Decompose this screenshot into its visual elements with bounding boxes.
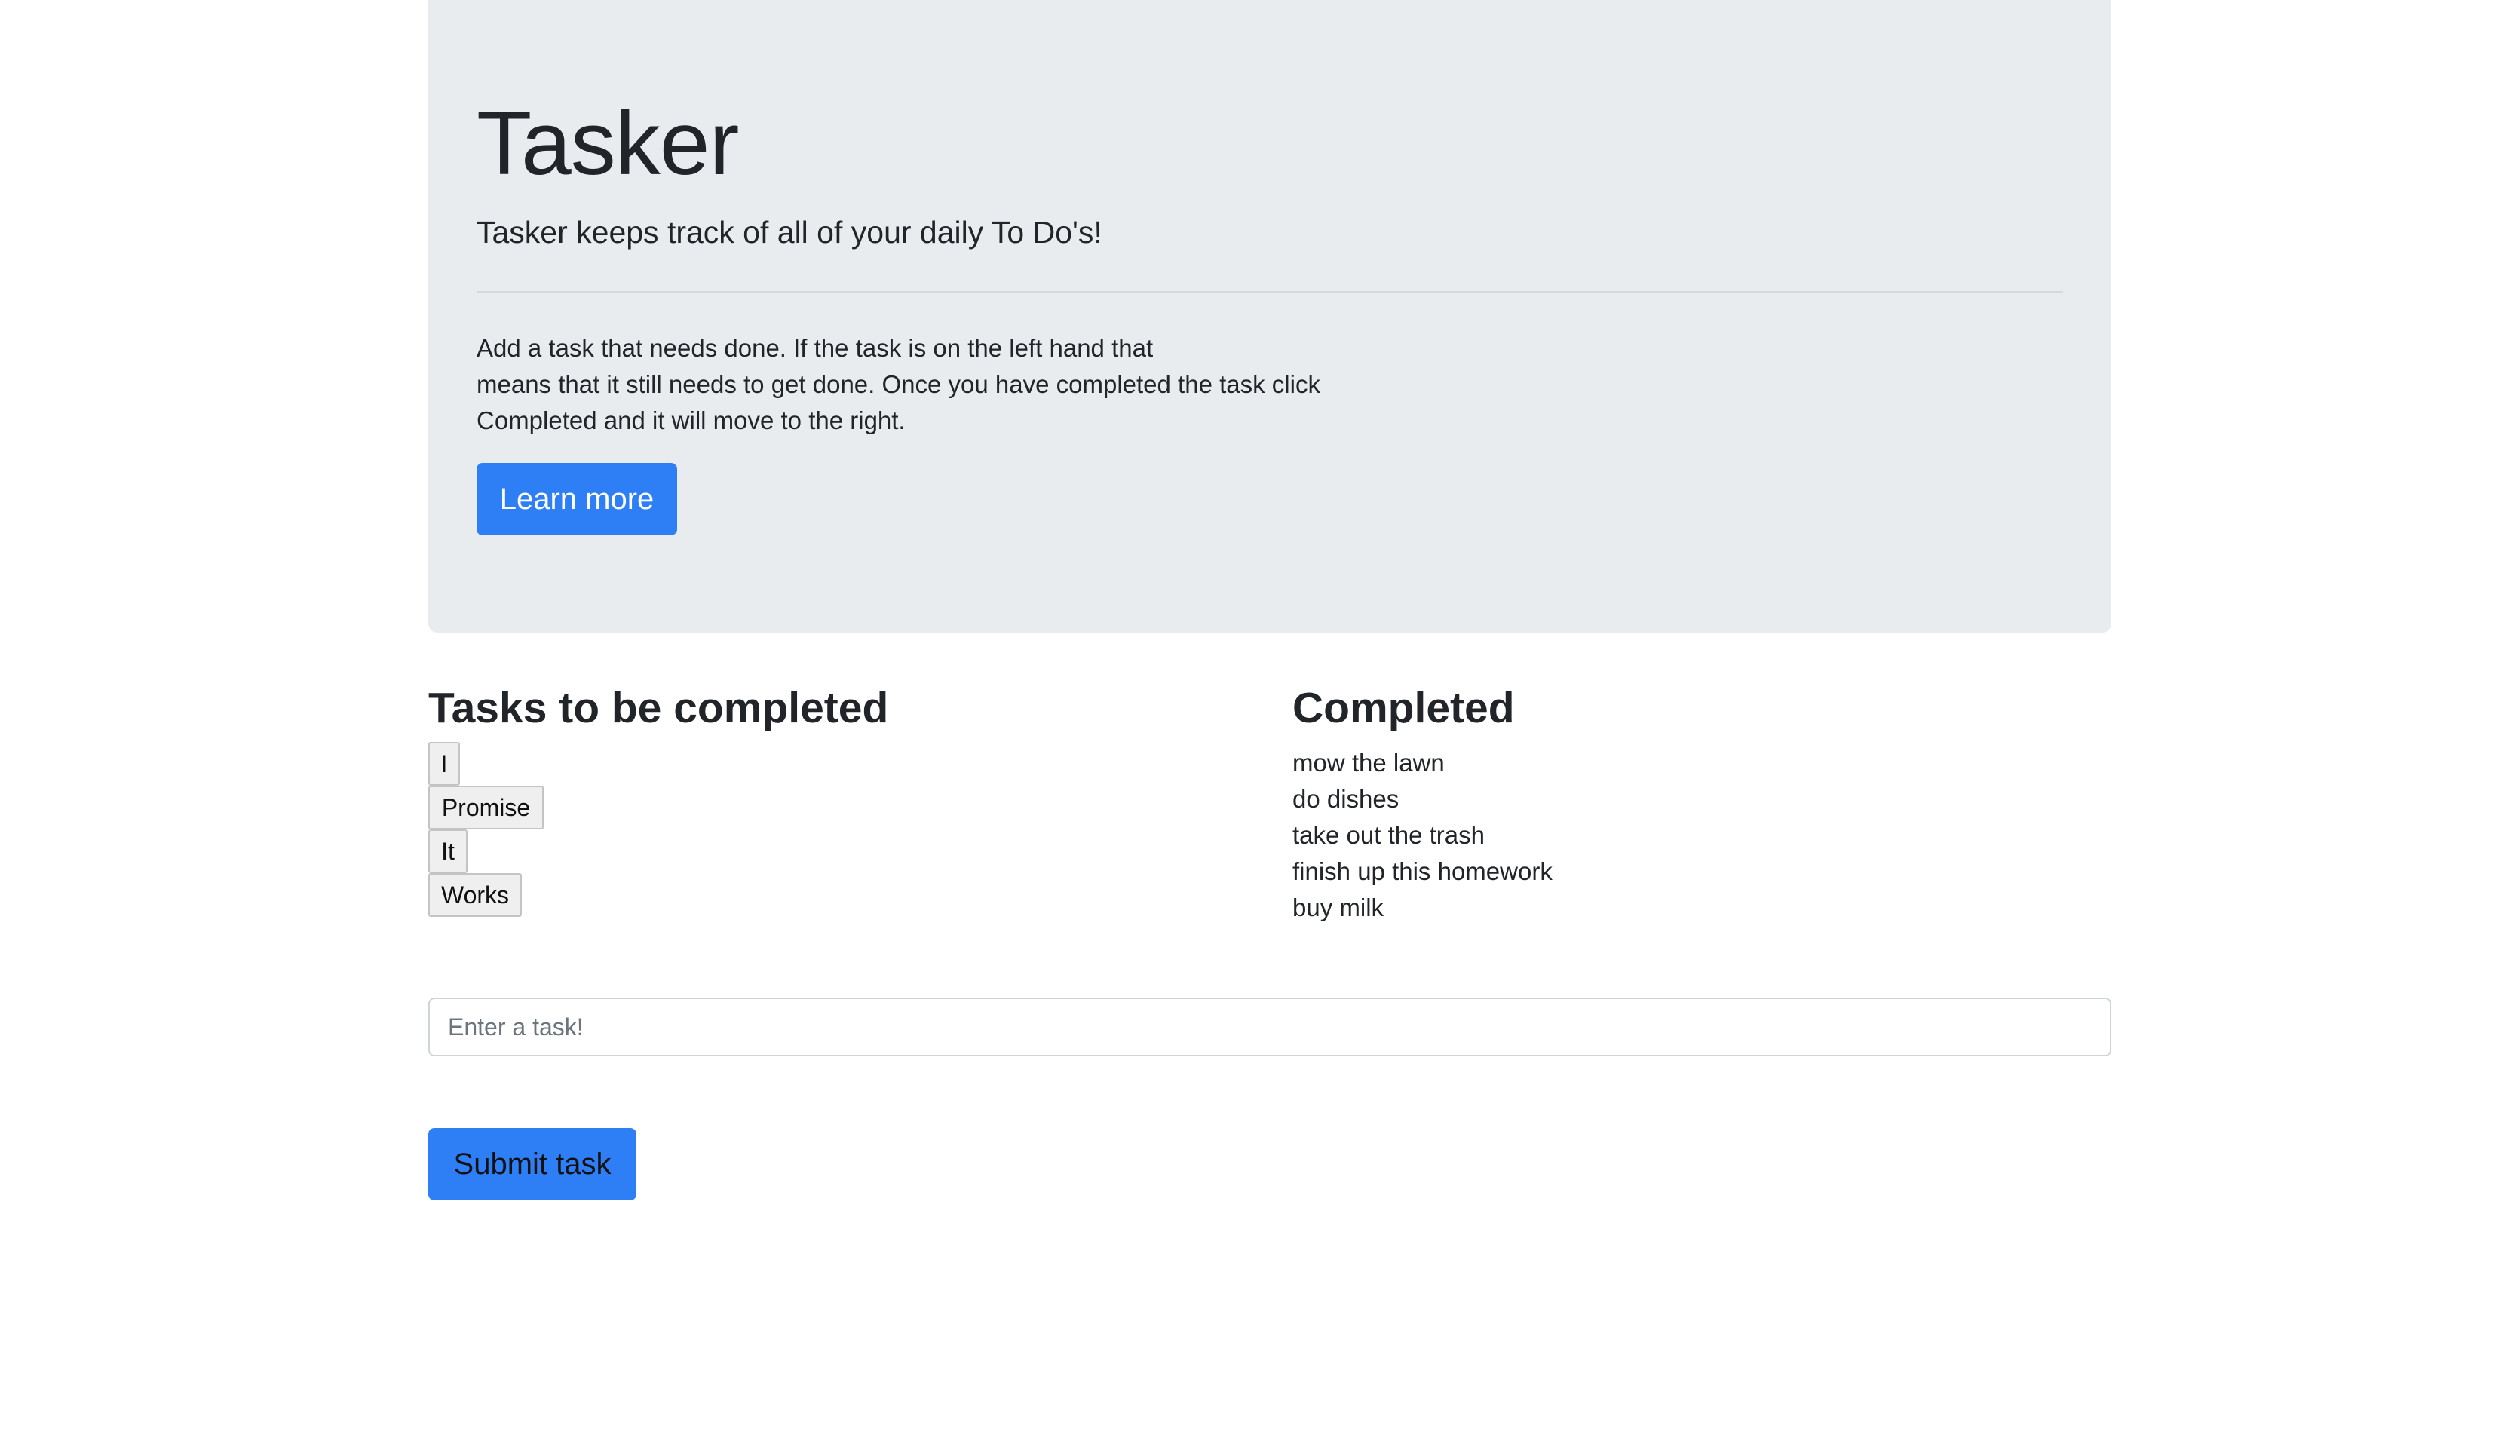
- page-container: Tasker Tasker keeps track of all of your…: [428, 0, 2111, 1200]
- pending-task-button[interactable]: Works: [428, 873, 522, 917]
- hero-description-line: means that it still needs to get done. O…: [477, 370, 1320, 398]
- hero-description-line: Add a task that needs done. If the task …: [477, 334, 1154, 362]
- pending-tasks-column: Tasks to be completed I Promise It Works: [428, 679, 1258, 917]
- completed-tasks-column: Completed mow the lawn do dishes take ou…: [1292, 679, 2111, 926]
- task-input[interactable]: [428, 998, 2111, 1056]
- completed-task-item: mow the lawn: [1292, 749, 1445, 777]
- completed-task-item: finish up this homework: [1292, 857, 1553, 885]
- pending-task-button[interactable]: It: [428, 829, 468, 873]
- hero-description-line: Completed and it will move to the right.: [477, 406, 906, 434]
- pending-task-list: I Promise It Works: [428, 742, 1258, 917]
- pending-tasks-heading: Tasks to be completed: [428, 684, 889, 732]
- hero-divider: [477, 291, 2063, 293]
- completed-task-list: mow the lawn do dishes take out the tras…: [1292, 745, 2111, 926]
- jumbotron: Tasker Tasker keeps track of all of your…: [428, 0, 2111, 633]
- page-title: Tasker: [477, 93, 739, 194]
- pending-task-button[interactable]: I: [428, 742, 460, 786]
- submit-task-button[interactable]: Submit task: [428, 1128, 636, 1200]
- hero-description: Add a task that needs done. If the task …: [477, 330, 1381, 439]
- hero-lead-text: Tasker keeps track of all of your daily …: [477, 215, 1102, 250]
- pending-task-button[interactable]: Promise: [428, 786, 544, 829]
- completed-tasks-heading: Completed: [1292, 684, 1515, 732]
- completed-task-item: buy milk: [1292, 894, 1384, 921]
- completed-task-item: do dishes: [1292, 785, 1399, 813]
- completed-task-item: take out the trash: [1292, 821, 1485, 849]
- learn-more-button[interactable]: Learn more: [477, 463, 677, 535]
